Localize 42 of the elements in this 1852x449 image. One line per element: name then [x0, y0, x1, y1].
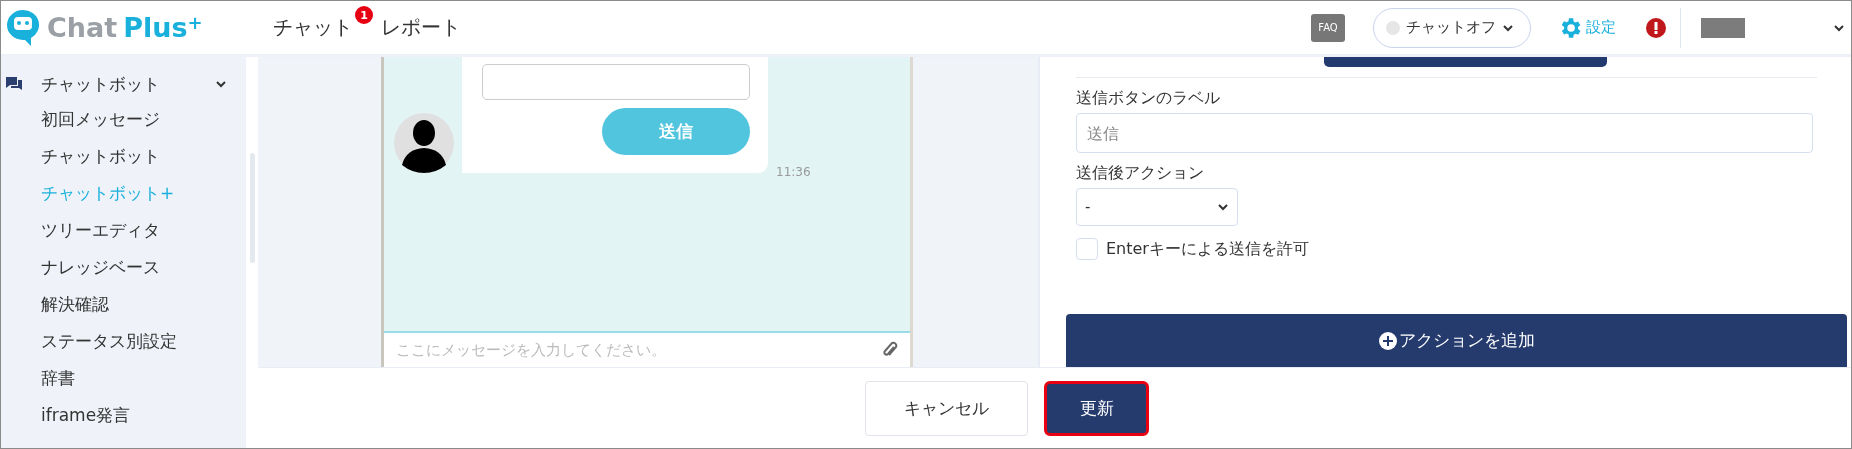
update-button[interactable]: 更新	[1044, 380, 1149, 436]
after-action-select[interactable]: -	[1076, 188, 1238, 226]
field-label: 送信後アクション	[1076, 163, 1205, 184]
logo-mark: +	[187, 11, 203, 33]
sidebar-item[interactable]: 初回メッセージ	[1, 101, 246, 138]
scrollbar[interactable]	[246, 57, 258, 448]
plus-circle-icon	[1378, 331, 1397, 350]
alert-icon[interactable]	[1646, 17, 1666, 38]
cut-off-button[interactable]	[1324, 57, 1607, 67]
sidebar-item[interactable]: チャットボット	[1, 138, 246, 175]
notification-badge: 1	[355, 6, 373, 24]
chevron-down-icon	[1217, 203, 1229, 211]
field-label: 送信ボタンのラベル	[1076, 88, 1221, 109]
faq-icon[interactable]: FAQ	[1311, 13, 1345, 42]
user-menu-chevron-icon	[1833, 23, 1845, 32]
nav-link[interactable]: レポート	[381, 14, 461, 41]
chevron-down-icon	[1502, 23, 1514, 32]
sidebar-group-label: チャットボット	[41, 72, 161, 96]
paperclip-icon	[882, 341, 898, 359]
checkbox-label: Enterキーによる送信を許可	[1106, 238, 1309, 260]
chat-status-dropdown[interactable]: チャットオフ	[1373, 7, 1531, 48]
button-label-input-field[interactable]: 送信	[1076, 113, 1813, 153]
message-input-field[interactable]: ここにメッセージを入力してください。	[384, 333, 878, 367]
redacted-username	[1701, 17, 1745, 38]
sidebar-item[interactable]: 解決確認	[1, 286, 246, 323]
message-time: 11:36	[776, 165, 811, 179]
cancel-button[interactable]: キャンセル	[865, 380, 1028, 436]
bubble-input-field[interactable]	[482, 64, 750, 100]
chat-icon	[5, 76, 23, 92]
add-action-button[interactable]: アクションを追加	[1066, 314, 1847, 367]
sidebar-item[interactable]: 辞書	[1, 360, 246, 397]
logo-text: Chat	[47, 12, 118, 43]
sidebar-item[interactable]: iframe発言	[1, 397, 246, 434]
sidebar-group[interactable]: チャットボット	[1, 67, 246, 101]
attach-button[interactable]	[878, 333, 910, 367]
sidebar-item[interactable]: ステータス別設定	[1, 323, 246, 360]
logo-text: Plus	[123, 12, 188, 43]
avatar-icon	[394, 113, 454, 173]
checkbox[interactable]	[1076, 238, 1098, 260]
logo-icon	[5, 7, 41, 48]
sidebar-item[interactable]: ナレッジベース	[1, 249, 246, 286]
sidebar-item[interactable]: ツリーエディタ	[1, 212, 246, 249]
